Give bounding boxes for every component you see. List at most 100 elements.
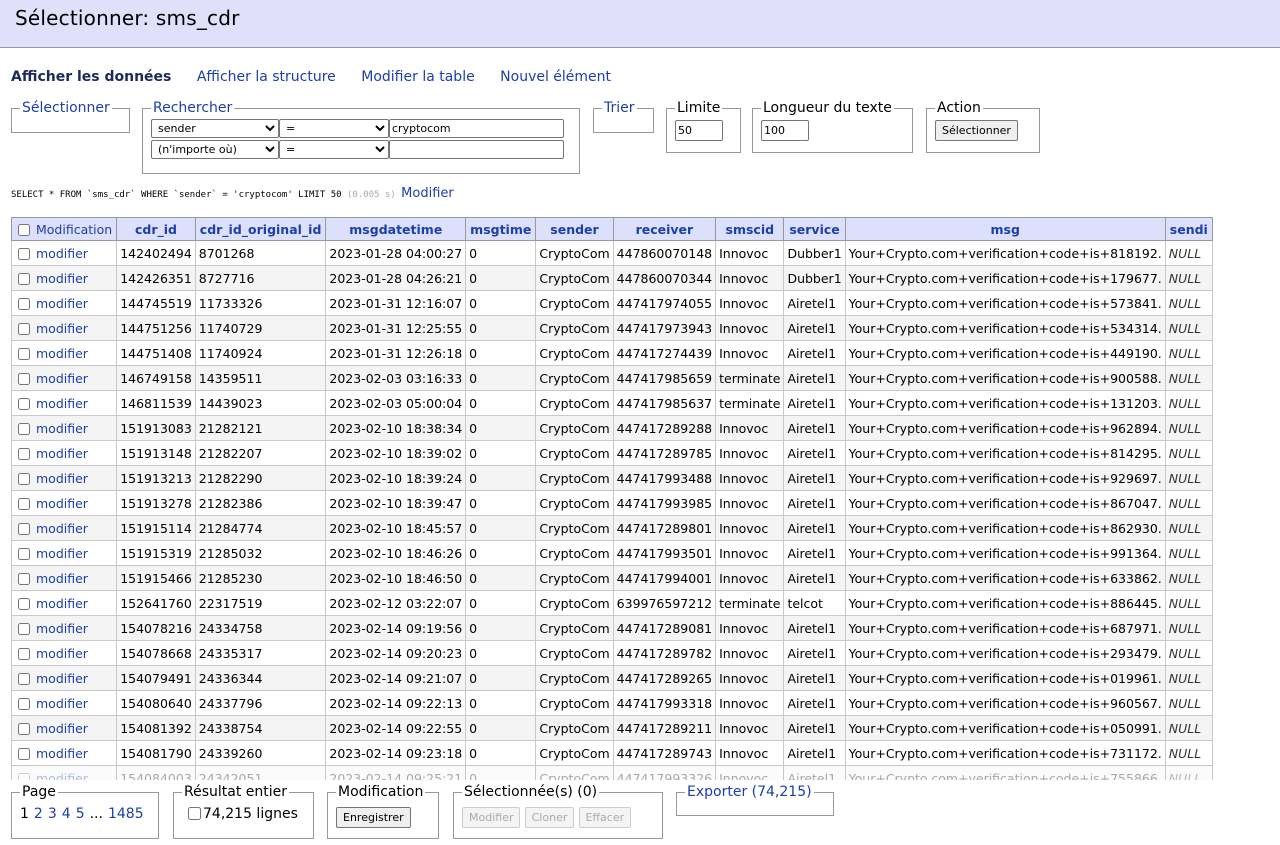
- row-edit-link[interactable]: modifier: [36, 671, 88, 686]
- full-result-option[interactable]: 74,215 lignes: [182, 806, 298, 822]
- column-header-3[interactable]: msgdatetime: [325, 217, 467, 241]
- column-header-6[interactable]: receiver: [612, 217, 717, 241]
- row-checkbox[interactable]: [18, 297, 30, 310]
- column-header-8[interactable]: service: [783, 217, 846, 241]
- row-checkbox[interactable]: [18, 747, 30, 760]
- page-link[interactable]: 2: [34, 806, 43, 822]
- row-checkbox[interactable]: [18, 697, 30, 710]
- last-page-link[interactable]: 1485: [108, 806, 144, 822]
- row-edit-link[interactable]: modifier: [36, 696, 88, 711]
- row-checkbox[interactable]: [18, 622, 30, 635]
- row-edit-link[interactable]: modifier: [36, 471, 88, 486]
- results-table-container[interactable]: Modification cdr_id cdr_id_original_id msgd…: [11, 217, 1280, 780]
- column-header-2[interactable]: cdr_id_original_id: [194, 217, 327, 241]
- row-edit-link[interactable]: modifier: [36, 421, 88, 436]
- row-checkbox[interactable]: [18, 347, 30, 360]
- show-data-link[interactable]: Afficher les données: [11, 69, 171, 85]
- modify-table-link[interactable]: Modifier la table: [361, 69, 474, 85]
- row-edit-link[interactable]: modifier: [36, 496, 88, 511]
- select-all-checkbox[interactable]: [18, 223, 30, 236]
- row-edit-link[interactable]: modifier: [36, 446, 88, 461]
- select-legend[interactable]: Sélectionner: [20, 100, 112, 116]
- row-checkbox[interactable]: [18, 322, 30, 335]
- row-checkbox[interactable]: [18, 472, 30, 485]
- row-checkbox[interactable]: [18, 372, 30, 385]
- table-row: modifier 142426351 8727716 2023-01-28 04:26…: [11, 265, 1213, 291]
- show-structure-link[interactable]: Afficher la structure: [197, 69, 336, 85]
- row-edit-link[interactable]: modifier: [36, 546, 88, 561]
- new-item-link[interactable]: Nouvel élément: [500, 69, 611, 85]
- full-result-checkbox[interactable]: [188, 807, 201, 820]
- select-fieldset[interactable]: Sélectionner: [11, 100, 130, 133]
- table-row: modifier 154081392 24338754 2023-02-14 09:2…: [11, 715, 1213, 741]
- table-cell: CryptoCom: [535, 265, 614, 291]
- sort-fieldset[interactable]: Trier: [593, 100, 654, 133]
- search-column-select-2[interactable]: (n'importe où): [151, 140, 279, 159]
- row-checkbox[interactable]: [18, 772, 30, 780]
- column-header-7[interactable]: smscid: [715, 217, 785, 241]
- table-cell: 146749158: [116, 365, 196, 391]
- edit-selected-button[interactable]: Modifier: [462, 807, 521, 828]
- column-header-10[interactable]: sendi: [1164, 217, 1213, 241]
- row-edit-link[interactable]: modifier: [36, 246, 88, 261]
- text-length-input[interactable]: [761, 120, 809, 141]
- row-checkbox[interactable]: [18, 272, 30, 285]
- row-checkbox[interactable]: [18, 247, 30, 260]
- row-checkbox[interactable]: [18, 572, 30, 585]
- row-checkbox[interactable]: [18, 647, 30, 660]
- row-checkbox[interactable]: [18, 672, 30, 685]
- table-cell: 154081392: [116, 715, 196, 741]
- column-header-4[interactable]: msgtime: [465, 217, 537, 241]
- page-link[interactable]: 4: [62, 806, 71, 822]
- row-edit-link[interactable]: modifier: [36, 371, 88, 386]
- row-checkbox[interactable]: [18, 597, 30, 610]
- column-header-9[interactable]: msg: [844, 217, 1166, 241]
- table-cell: Your+Crypto.com+verification+code+is+293…: [844, 640, 1166, 666]
- row-edit-link[interactable]: modifier: [36, 596, 88, 611]
- row-edit-link[interactable]: modifier: [36, 396, 88, 411]
- row-edit-link[interactable]: modifier: [36, 646, 88, 661]
- select-all-header[interactable]: Modification: [11, 217, 118, 241]
- table-cell: 154079491: [116, 665, 196, 691]
- search-value-input-2[interactable]: [389, 140, 564, 159]
- row-checkbox[interactable]: [18, 497, 30, 510]
- export-legend[interactable]: Exporter (74,215): [685, 784, 814, 800]
- row-edit-link[interactable]: modifier: [36, 321, 88, 336]
- table-cell: NULL: [1164, 365, 1213, 391]
- page-fieldset: Page 1 2 3 4 5... 1485: [11, 784, 159, 839]
- search-column-select-1[interactable]: sender: [151, 119, 279, 138]
- column-header-5[interactable]: sender: [535, 217, 614, 241]
- export-fieldset[interactable]: Exporter (74,215): [676, 784, 834, 816]
- edit-query-link[interactable]: Modifier: [401, 186, 454, 201]
- delete-selected-button[interactable]: Effacer: [578, 807, 632, 828]
- row-edit-link[interactable]: modifier: [36, 571, 88, 586]
- row-checkbox[interactable]: [18, 547, 30, 560]
- clone-selected-button[interactable]: Cloner: [524, 807, 575, 828]
- column-header-1[interactable]: cdr_id: [116, 217, 196, 241]
- table-cell: telcot: [783, 590, 846, 616]
- row-edit-link[interactable]: modifier: [36, 621, 88, 636]
- row-checkbox[interactable]: [18, 722, 30, 735]
- search-operator-select-2[interactable]: =: [279, 140, 389, 159]
- sort-legend[interactable]: Trier: [602, 100, 637, 116]
- row-edit-link[interactable]: modifier: [36, 271, 88, 286]
- row-edit-link[interactable]: modifier: [36, 296, 88, 311]
- row-edit-link[interactable]: modifier: [36, 746, 88, 761]
- row-edit-link[interactable]: modifier: [36, 771, 88, 781]
- row-checkbox[interactable]: [18, 422, 30, 435]
- save-button[interactable]: Enregistrer: [336, 807, 411, 828]
- row-edit-link[interactable]: modifier: [36, 521, 88, 536]
- row-checkbox[interactable]: [18, 397, 30, 410]
- row-checkbox[interactable]: [18, 447, 30, 460]
- limit-input[interactable]: [675, 120, 723, 141]
- row-edit-link[interactable]: modifier: [36, 346, 88, 361]
- row-edit-link[interactable]: modifier: [36, 721, 88, 736]
- page-link[interactable]: 3: [48, 806, 57, 822]
- select-action-button[interactable]: Sélectionner: [935, 120, 1018, 141]
- search-value-input-1[interactable]: [389, 119, 564, 138]
- row-checkbox[interactable]: [18, 522, 30, 535]
- search-operator-select-1[interactable]: =: [279, 119, 389, 138]
- page-link[interactable]: 5: [76, 806, 85, 822]
- table-cell: 0: [465, 290, 537, 316]
- search-legend[interactable]: Rechercher: [151, 100, 234, 116]
